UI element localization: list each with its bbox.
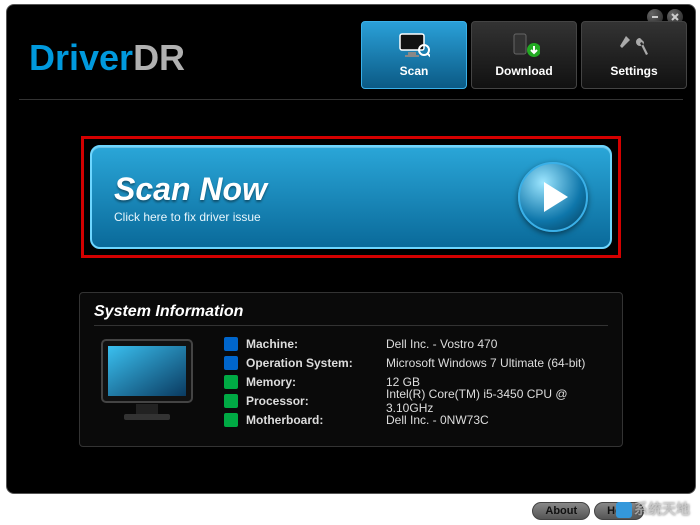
download-icon [508, 32, 540, 60]
header: DriverDR Scan Download Settings [7, 21, 695, 95]
footer-buttons: About Help [532, 502, 644, 520]
app-logo: DriverDR [15, 21, 361, 95]
os-value: Microsoft Windows 7 Ultimate (64-bit) [386, 356, 608, 370]
scan-subtitle: Click here to fix driver issue [114, 210, 518, 224]
tab-settings[interactable]: Settings [581, 21, 687, 89]
machine-label: Machine: [246, 337, 386, 351]
motherboard-label: Motherboard: [246, 413, 386, 427]
nav-tabs: Scan Download Settings [361, 21, 687, 95]
os-chip-icon [224, 356, 238, 370]
processor-value: Intel(R) Core(TM) i5-3450 CPU @ 3.10GHz [386, 387, 608, 415]
scan-title: Scan Now [114, 171, 518, 208]
processor-label: Processor: [246, 394, 386, 408]
row-motherboard: Motherboard: Dell Inc. - 0NW73C [224, 410, 608, 429]
sysinfo-body: Machine: Dell Inc. - Vostro 470 Operatio… [94, 334, 608, 430]
motherboard-chip-icon [224, 413, 238, 427]
memory-label: Memory: [246, 375, 386, 389]
logo-part2: DR [133, 37, 185, 79]
motherboard-value: Dell Inc. - 0NW73C [386, 413, 608, 427]
about-button[interactable]: About [532, 502, 590, 520]
arrow-right-icon [544, 182, 568, 212]
tab-download[interactable]: Download [471, 21, 577, 89]
scan-text-block: Scan Now Click here to fix driver issue [114, 171, 518, 224]
row-os: Operation System: Microsoft Windows 7 Ul… [224, 353, 608, 372]
machine-chip-icon [224, 337, 238, 351]
monitor-icon [94, 334, 204, 430]
tools-icon [618, 32, 650, 60]
monitor-search-icon [398, 32, 430, 60]
system-info-panel: System Information Machine: Dell Inc. - … [79, 292, 623, 447]
os-label: Operation System: [246, 356, 386, 370]
play-orb-icon [518, 162, 588, 232]
tab-scan[interactable]: Scan [361, 21, 467, 89]
main-content: Scan Now Click here to fix driver issue … [7, 100, 695, 447]
tab-scan-label: Scan [400, 64, 429, 78]
memory-chip-icon [224, 375, 238, 389]
app-window: DriverDR Scan Download Settings [6, 4, 696, 494]
row-machine: Machine: Dell Inc. - Vostro 470 [224, 334, 608, 353]
sysinfo-rows: Machine: Dell Inc. - Vostro 470 Operatio… [224, 334, 608, 430]
help-button[interactable]: Help [594, 502, 644, 520]
logo-part1: Driver [29, 37, 133, 79]
titlebar [7, 5, 695, 21]
machine-value: Dell Inc. - Vostro 470 [386, 337, 608, 351]
scan-now-button[interactable]: Scan Now Click here to fix driver issue [90, 145, 612, 249]
sysinfo-divider [94, 325, 608, 326]
processor-chip-icon [224, 394, 238, 408]
tab-settings-label: Settings [610, 64, 657, 78]
tab-download-label: Download [495, 64, 552, 78]
row-processor: Processor: Intel(R) Core(TM) i5-3450 CPU… [224, 391, 608, 410]
sysinfo-title: System Information [94, 303, 608, 321]
scan-highlight-frame: Scan Now Click here to fix driver issue [81, 136, 621, 258]
